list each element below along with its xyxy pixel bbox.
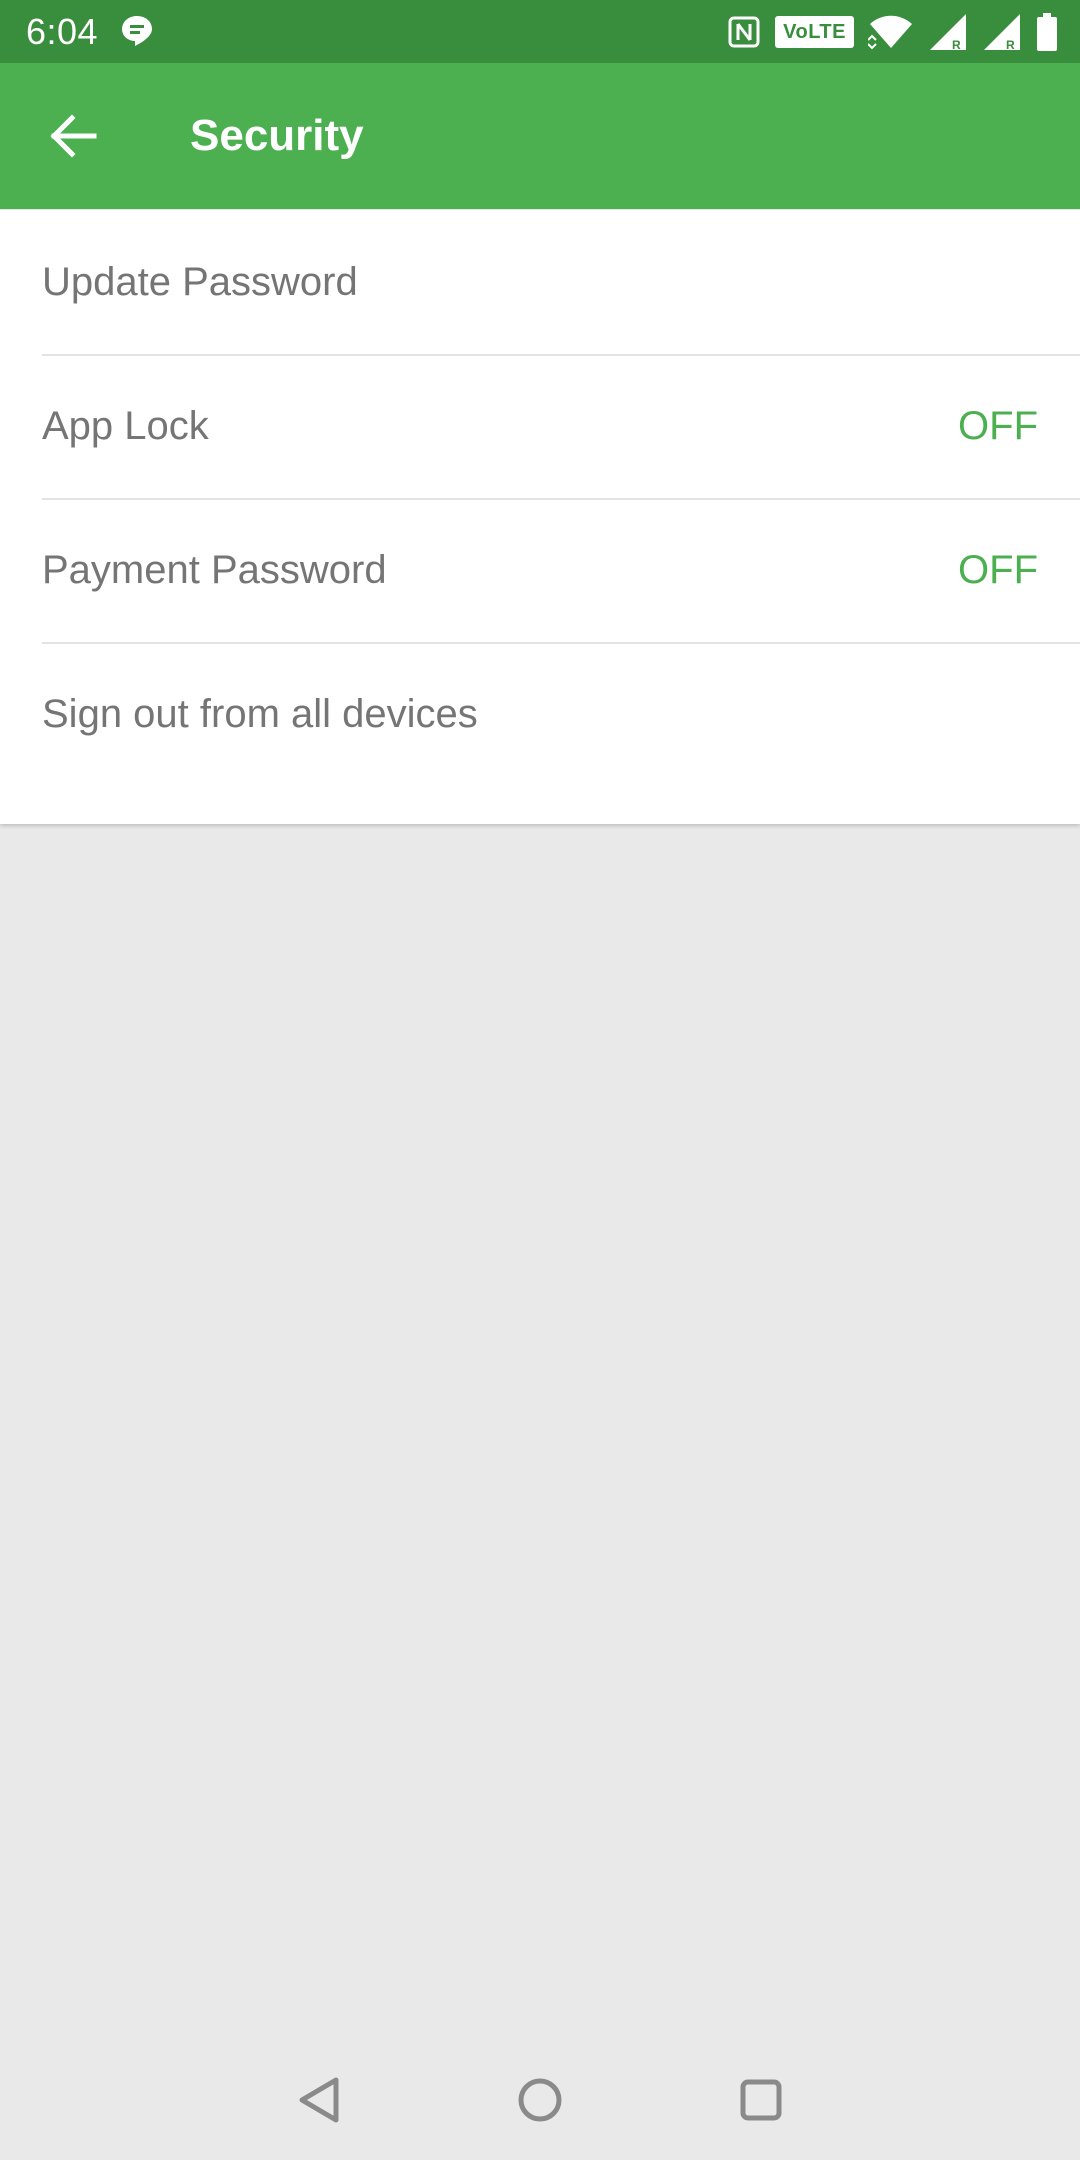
svg-text:R: R <box>1006 38 1015 52</box>
update-password-label: Update Password <box>42 259 358 304</box>
arrow-left-icon[interactable] <box>44 107 102 165</box>
system-nav-bar <box>0 2040 1080 2160</box>
status-bar: 6:04 VoLTE R R <box>0 0 1080 63</box>
status-time: 6:04 <box>26 11 99 52</box>
page-title: Security <box>190 111 364 160</box>
app-lock-label: App Lock <box>42 403 209 448</box>
app-lock-status: OFF <box>958 403 1038 448</box>
nfc-icon <box>728 16 760 48</box>
payment-password-item[interactable]: Payment Password OFF <box>0 498 1080 642</box>
security-settings-list: Update Password App Lock OFF Payment Pas… <box>0 210 1080 824</box>
signal-icon: R <box>930 14 966 52</box>
chat-icon <box>122 16 152 46</box>
sign-out-all-devices-label: Sign out from all devices <box>42 691 478 736</box>
payment-password-status: OFF <box>958 547 1038 592</box>
volte-badge: VoLTE <box>775 16 854 48</box>
sign-out-all-devices-item[interactable]: Sign out from all devices <box>0 642 1080 786</box>
recents-square-icon[interactable] <box>731 2070 791 2130</box>
home-circle-icon[interactable] <box>510 2070 570 2130</box>
payment-password-label: Payment Password <box>42 547 387 592</box>
app-lock-item[interactable]: App Lock OFF <box>0 354 1080 498</box>
update-password-item[interactable]: Update Password <box>0 210 1080 354</box>
svg-text:R: R <box>952 38 961 52</box>
battery-icon <box>1037 13 1057 51</box>
back-triangle-icon[interactable] <box>290 2070 350 2130</box>
app-bar: Security <box>0 63 1080 209</box>
signal-roaming-icon: R <box>984 14 1020 52</box>
wifi-icon <box>868 15 912 50</box>
status-icons: VoLTE R R <box>727 12 1058 52</box>
